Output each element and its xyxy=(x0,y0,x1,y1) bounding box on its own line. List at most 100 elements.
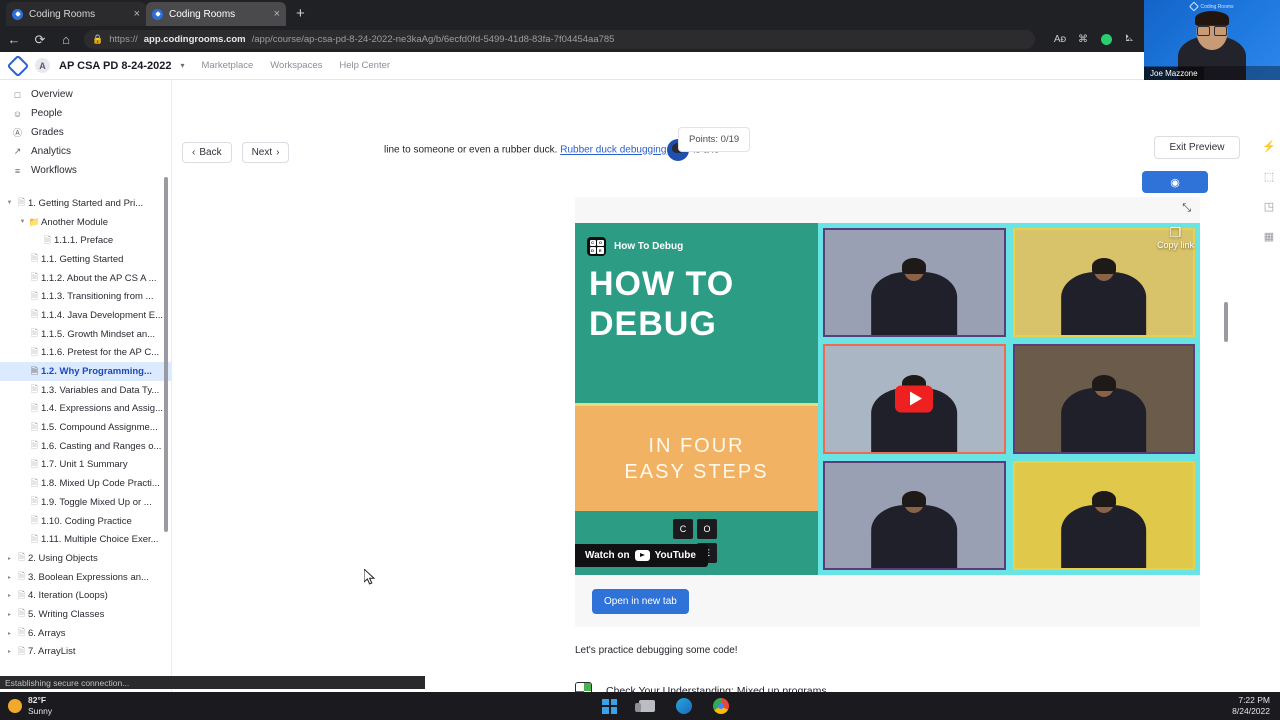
sidebar-item-people[interactable]: ☺ People xyxy=(0,104,171,123)
tree-item[interactable]: ▸ 🗎 5. Writing Classes xyxy=(0,605,171,624)
video-footer: C O E Watch on YouTube xyxy=(575,511,818,575)
tree-item[interactable]: 🗎 1.1.4. Java Development E... xyxy=(0,306,171,325)
tree-item[interactable]: 🗎 1.1.3. Transitioning from ... xyxy=(0,287,171,306)
home-icon[interactable]: ⌂ xyxy=(58,33,74,46)
sidebar-item-workflows[interactable]: ≡ Workflows xyxy=(0,161,171,180)
tree-item[interactable]: 🗎 1.1. Getting Started xyxy=(0,250,171,269)
tree-item[interactable]: ▼ 📁 Another Module xyxy=(0,213,171,232)
practice-text: Let's practice debugging some code! xyxy=(575,645,738,656)
shield-extension-icon[interactable]: ⛡ xyxy=(1122,32,1136,46)
next-button[interactable]: Next › xyxy=(241,142,290,163)
page-icon: 🗎 xyxy=(30,477,39,488)
tree-item[interactable]: 🗎 1.3. Variables and Data Ty... xyxy=(0,381,171,400)
chevron-right-icon[interactable]: ▸ xyxy=(4,611,15,618)
chevron-right-icon[interactable]: ▸ xyxy=(4,630,15,637)
tree-item[interactable]: ▸ 🗎 6. Arrays xyxy=(0,624,171,643)
tree-item[interactable]: 🗎 1.1.2. About the AP CS A ... xyxy=(0,269,171,288)
webcam-overlay[interactable]: Coding Rooms Joe Mazzone xyxy=(1144,0,1280,80)
chevron-right-icon[interactable]: ▸ xyxy=(4,592,15,599)
tree-item[interactable]: 🗎 1.4. Expressions and Assig... xyxy=(0,400,171,419)
presentation-icon[interactable]: ◳ xyxy=(1264,200,1274,213)
tree-item[interactable]: ▸ 🗎 7. ArrayList xyxy=(0,643,171,662)
tree-item[interactable]: 🗎 1.7. Unit 1 Summary xyxy=(0,456,171,475)
close-icon[interactable]: × xyxy=(134,8,140,20)
task-view-icon[interactable] xyxy=(634,698,655,715)
nav-link-marketplace[interactable]: Marketplace xyxy=(202,60,254,71)
back-button[interactable]: ‹ Back xyxy=(182,142,232,163)
tree-item[interactable]: ▸ 🗎 4. Iteration (Loops) xyxy=(0,586,171,605)
close-icon[interactable]: × xyxy=(274,8,280,20)
sidebar-item-overview[interactable]: □ Overview xyxy=(0,85,171,104)
tree-item[interactable]: 🗎 1.1.6. Pretest for the AP C... xyxy=(0,344,171,363)
address-bar[interactable]: 🔒 https:// app.codingrooms.com/app/course… xyxy=(84,29,1035,49)
youtube-play-icon[interactable] xyxy=(895,385,934,413)
grid-icon[interactable]: ▦ xyxy=(1264,230,1274,243)
chevron-right-icon[interactable]: ▸ xyxy=(4,574,15,581)
nav-link-help-center[interactable]: Help Center xyxy=(339,60,390,71)
rubber-duck-debugging-link[interactable]: Rubber duck debugging xyxy=(560,145,666,156)
copy-link-button[interactable]: ❐ Copy link xyxy=(1157,226,1194,251)
tree-item[interactable]: 🗎 1.10. Coding Practice xyxy=(0,512,171,531)
new-tab-button[interactable]: + xyxy=(296,5,305,22)
page-icon: 🗎 xyxy=(30,384,39,395)
sidebar-scrollbar[interactable] xyxy=(164,177,168,532)
tree-item-label: 1.1.5. Growth Mindset an... xyxy=(41,328,156,340)
tree-item[interactable]: 🗎 1.2. Why Programming... xyxy=(0,362,171,381)
chevron-right-icon[interactable]: ▸ xyxy=(4,648,15,655)
main-scrollbar[interactable] xyxy=(1224,302,1228,342)
nav-link-workspaces[interactable]: Workspaces xyxy=(270,60,322,71)
back-icon[interactable]: ← xyxy=(6,33,22,46)
chevron-down-icon[interactable]: ▾ xyxy=(181,61,185,70)
coding-rooms-logo[interactable] xyxy=(6,54,30,77)
url-path: /app/course/ap-csa-pd-8-24-2022-ne3kaAg/… xyxy=(251,33,615,45)
module-icon: 🗎 xyxy=(17,589,26,600)
mixed-up-programs-icon xyxy=(575,682,592,692)
watch-on-youtube-button[interactable]: Watch on YouTube xyxy=(575,544,708,567)
exit-preview-button[interactable]: Exit Preview xyxy=(1154,136,1240,159)
tree-item[interactable]: ▸ 🗎 3. Boolean Expressions an... xyxy=(0,568,171,587)
tree-item-label: 5. Writing Classes xyxy=(28,608,105,620)
open-in-new-tab-button[interactable]: Open in new tab xyxy=(592,588,689,614)
page-icon: 🗎 xyxy=(30,496,39,507)
webcam-watermark: Coding Rooms xyxy=(1189,1,1234,12)
lock-icon: 🔒 xyxy=(92,33,104,44)
browser-tab-1[interactable]: Coding Rooms × xyxy=(6,2,146,26)
tree-item-label: 1.1.2. About the AP CS A ... xyxy=(41,272,157,284)
read-aloud-icon[interactable]: Aᴆ xyxy=(1053,32,1067,46)
page-icon: 🗎 xyxy=(30,515,39,526)
taskbar-clock[interactable]: 7:22 PM 8/24/2022 xyxy=(1130,695,1280,717)
tree-item[interactable]: 🗎 1.8. Mixed Up Code Practi... xyxy=(0,474,171,493)
tree-item[interactable]: 🗎 1.9. Toggle Mixed Up or ... xyxy=(0,493,171,512)
sidebar-item-grades[interactable]: Ⓐ Grades xyxy=(0,123,171,142)
page-icon: 🗎 xyxy=(30,365,39,376)
browser-tab-2[interactable]: Coding Rooms × xyxy=(146,2,286,26)
document-icon[interactable]: ⬚ xyxy=(1264,170,1274,183)
lightning-icon[interactable]: ⚡ xyxy=(1262,140,1276,153)
tab-title: Coding Rooms xyxy=(29,8,96,20)
tree-item[interactable]: ▼ 🗎 1. Getting Started and Pri... xyxy=(0,194,171,213)
microsoft-edge-icon[interactable] xyxy=(675,698,692,715)
start-button-icon[interactable] xyxy=(601,698,618,715)
course-name: AP CSA PD 8-24-2022 xyxy=(59,59,172,72)
tree-item[interactable]: 🗎 1.1.5. Growth Mindset an... xyxy=(0,325,171,344)
chevron-down-icon[interactable]: ▼ xyxy=(4,200,15,206)
back-label: Back xyxy=(199,147,222,158)
google-chrome-icon[interactable] xyxy=(712,698,729,715)
tree-item[interactable]: ▸ 🗎 2. Using Objects xyxy=(0,549,171,568)
tree-item[interactable]: 🗎 1.6. Casting and Ranges o... xyxy=(0,437,171,456)
tree-item[interactable]: 🗎 1.11. Multiple Choice Exer... xyxy=(0,530,171,549)
how-to-debug-video[interactable]: CODE How To Debug HOW TO DEBUG IN FOUR E… xyxy=(575,223,1200,575)
extension-green-icon[interactable] xyxy=(1099,32,1113,46)
refresh-icon[interactable]: ⟳ xyxy=(32,33,48,46)
sidebar-item-analytics[interactable]: ↗ Analytics xyxy=(0,142,171,161)
collections-icon[interactable]: ⌘ xyxy=(1076,32,1090,46)
preview-eye-button[interactable]: ◉ xyxy=(1142,171,1208,193)
chevron-right-icon[interactable]: ▸ xyxy=(4,555,15,562)
lesson-main: ‹ Back Next › line to someone or even a … xyxy=(172,80,1240,692)
tree-item[interactable]: 🗎 1.1.1. Preface xyxy=(0,231,171,250)
weather-widget[interactable]: 82°F Sunny xyxy=(0,695,200,717)
chevron-down-icon[interactable]: ▼ xyxy=(17,219,28,225)
expand-icon[interactable]: ⤡ xyxy=(1182,202,1191,215)
video-student-tile xyxy=(1012,460,1195,570)
tree-item[interactable]: 🗎 1.5. Compound Assignme... xyxy=(0,418,171,437)
